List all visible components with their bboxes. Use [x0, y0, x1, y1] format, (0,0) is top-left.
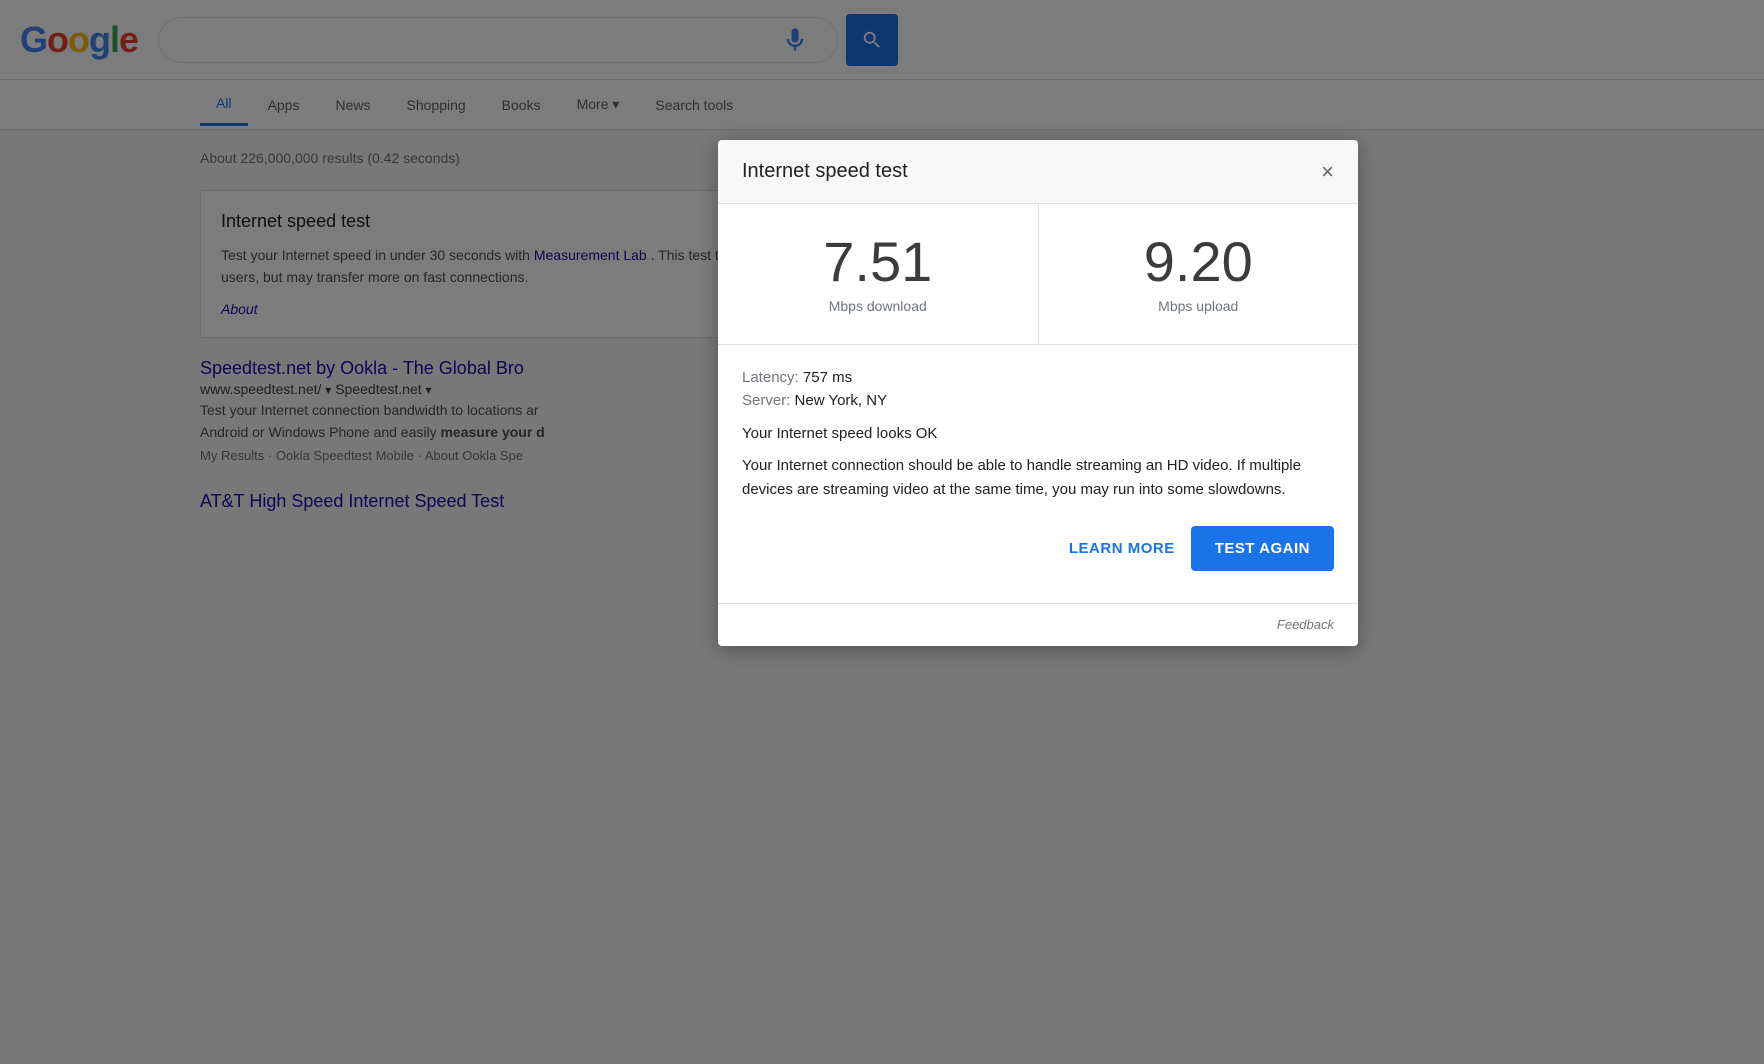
- status-message: Your Internet speed looks OK: [742, 425, 1334, 442]
- test-again-button[interactable]: TEST AGAIN: [1191, 526, 1334, 571]
- modal-footer: Feedback: [718, 603, 1358, 646]
- download-value: 7.51: [738, 234, 1018, 290]
- description-text: Your Internet connection should be able …: [742, 454, 1334, 502]
- close-button[interactable]: ×: [1321, 161, 1334, 183]
- speed-test-modal: Internet speed test × 7.51 Mbps download…: [718, 140, 1358, 646]
- upload-label: Mbps upload: [1059, 298, 1339, 314]
- feedback-link[interactable]: Feedback: [1277, 617, 1334, 632]
- modal-title: Internet speed test: [742, 160, 908, 183]
- modal-actions: LEARN MORE TEST AGAIN: [742, 526, 1334, 579]
- server-row: Server: New York, NY: [742, 392, 1334, 409]
- latency-value: 757 ms: [803, 369, 852, 386]
- learn-more-button[interactable]: LEARN MORE: [1069, 540, 1175, 557]
- modal-details: Latency: 757 ms Server: New York, NY You…: [718, 345, 1358, 603]
- download-label: Mbps download: [738, 298, 1018, 314]
- upload-metric: 9.20 Mbps upload: [1039, 204, 1359, 344]
- server-value: New York, NY: [795, 392, 888, 409]
- latency-row: Latency: 757 ms: [742, 369, 1334, 386]
- server-label: Server:: [742, 392, 790, 409]
- modal-header: Internet speed test ×: [718, 140, 1358, 204]
- upload-value: 9.20: [1059, 234, 1339, 290]
- speed-metrics: 7.51 Mbps download 9.20 Mbps upload: [718, 204, 1358, 345]
- download-metric: 7.51 Mbps download: [718, 204, 1039, 344]
- latency-label: Latency:: [742, 369, 799, 386]
